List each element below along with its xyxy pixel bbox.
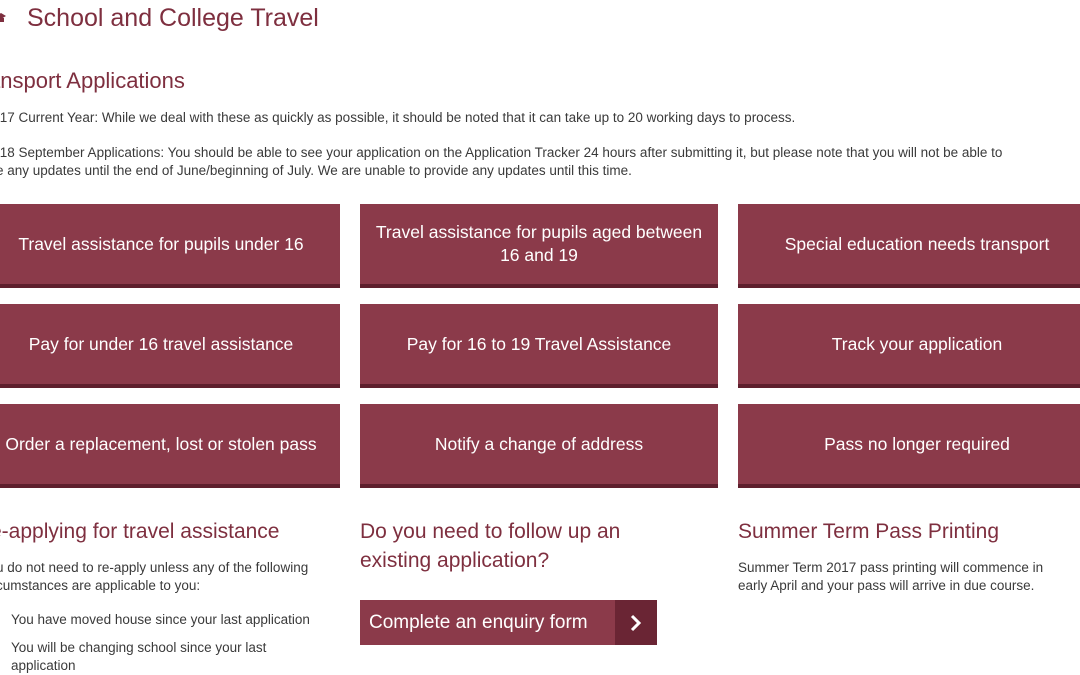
tile-label: Pass no longer required — [824, 433, 1010, 454]
tile-label: Travel assistance for pupils under 16 — [18, 233, 304, 254]
reapply-intro-line2: cumstances are applicable to you: — [0, 578, 201, 593]
tile-pass-no-longer-required[interactable]: Pass no longer required — [738, 404, 1080, 488]
transport-applications-heading: ansport Applications — [0, 68, 185, 93]
tile-label: Special education needs transport — [784, 233, 1050, 254]
tile-label: Order a replacement, lost or stolen pass — [5, 433, 317, 454]
enquiry-form-button[interactable]: Complete an enquiry form — [360, 600, 657, 645]
september-notice-line2: e any updates until the end of June/begi… — [0, 163, 632, 178]
current-year-notice: /17 Current Year: While we deal with the… — [0, 110, 796, 125]
reapply-item: You will be changing school since your l… — [11, 640, 267, 673]
page-title: School and College Travel — [27, 4, 319, 32]
tile-label: Pay for under 16 travel assistance — [28, 333, 294, 354]
summer-heading: Summer Term Pass Printing — [738, 520, 1000, 543]
followup-heading: Do you need to follow up an existing app… — [360, 520, 621, 572]
summer-text: Summer Term 2017 pass printing will comm… — [738, 560, 1044, 593]
tile-label: Travel assistance for pupils aged betwee… — [375, 222, 703, 265]
reapply-intro-line1: u do not need to re-apply unless any of … — [0, 560, 309, 575]
tile-replacement-pass[interactable]: Order a replacement, lost or stolen pass — [0, 404, 340, 488]
tile-pay-under-16[interactable]: Pay for under 16 travel assistance — [0, 304, 340, 388]
graduation-cap-icon — [0, 12, 6, 26]
tile-label: Notify a change of address — [434, 433, 644, 454]
tile-label: Pay for 16 to 19 Travel Assistance — [406, 333, 672, 354]
tile-pay-16-to-19[interactable]: Pay for 16 to 19 Travel Assistance — [360, 304, 718, 388]
tile-travel-16-to-19[interactable]: Travel assistance for pupils aged betwee… — [360, 204, 718, 288]
reapply-heading: e-applying for travel assistance — [0, 520, 280, 543]
tile-label: Track your application — [831, 333, 1003, 354]
tile-travel-under-16[interactable]: Travel assistance for pupils under 16 — [0, 204, 340, 288]
tile-track-application[interactable]: Track your application — [738, 304, 1080, 388]
tile-change-of-address[interactable]: Notify a change of address — [360, 404, 718, 488]
tile-special-education-transport[interactable]: Special education needs transport — [738, 204, 1080, 288]
reapply-item: You have moved house since your last app… — [11, 612, 310, 627]
chevron-right-icon — [615, 600, 657, 645]
enquiry-form-label: Complete an enquiry form — [369, 611, 588, 633]
september-notice-line1: /18 September Applications: You should b… — [0, 145, 1003, 160]
